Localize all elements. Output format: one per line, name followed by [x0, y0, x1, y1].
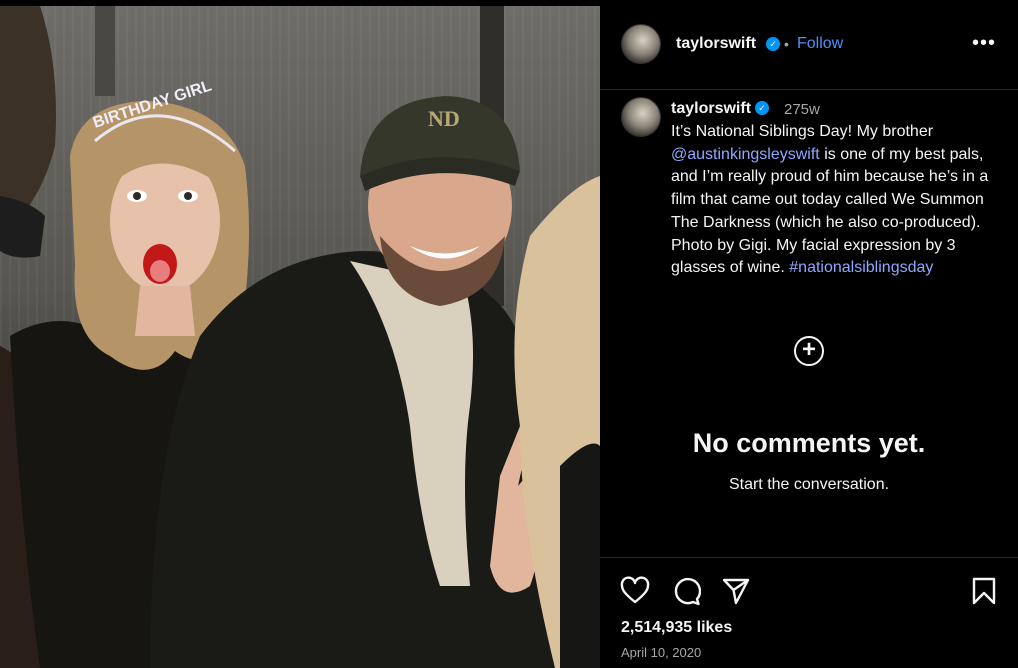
- caption-text-part: It’s National Siblings Day! My brother: [671, 123, 934, 140]
- follow-button[interactable]: Follow: [797, 35, 843, 53]
- share-icon[interactable]: [721, 576, 751, 606]
- caption-hashtag-link[interactable]: #nationalsiblingsday: [789, 259, 933, 276]
- comment-icon[interactable]: [671, 576, 701, 606]
- empty-comments-subtitle: Start the conversation.: [728, 476, 890, 493]
- caption-text-part: is one of my best pals, and I’m really p…: [671, 145, 989, 277]
- photo-people: BIRTHDAY GIRL ND: [0, 6, 600, 668]
- avatar[interactable]: [621, 24, 661, 64]
- more-options-icon[interactable]: •••: [972, 32, 996, 55]
- post-date[interactable]: April 10, 2020: [621, 645, 701, 660]
- header-username[interactable]: taylorswift: [676, 35, 756, 53]
- post-side-panel: taylorswift ✓ • Follow ••• taylorswift ✓ …: [600, 0, 1018, 668]
- separator-dot: •: [784, 36, 789, 52]
- post-photo[interactable]: BIRTHDAY GIRL ND: [0, 6, 600, 668]
- caption-timestamp[interactable]: 275w: [784, 101, 820, 118]
- post-header: taylorswift ✓ • Follow •••: [600, 0, 1018, 90]
- likes-count[interactable]: 2,514,935 likes: [621, 619, 732, 637]
- caption-text: It’s National Siblings Day! My brother @…: [671, 121, 1001, 280]
- caption-username[interactable]: taylorswift: [671, 100, 751, 117]
- caption-author: taylorswift ✓: [671, 100, 770, 118]
- action-bar: 2,514,935 likes April 10, 2020: [600, 557, 1018, 668]
- verified-badge-icon: ✓: [766, 37, 780, 51]
- caption-avatar[interactable]: [621, 97, 661, 137]
- caption-mention-link[interactable]: @austinkingsleyswift: [671, 146, 820, 163]
- cap-logo: ND: [428, 106, 460, 131]
- add-circle-icon[interactable]: +: [794, 336, 824, 366]
- heart-icon[interactable]: [620, 576, 650, 606]
- empty-comments-title: No comments yet.: [692, 428, 926, 458]
- bookmark-icon[interactable]: [969, 576, 999, 606]
- verified-badge-icon: ✓: [755, 100, 770, 115]
